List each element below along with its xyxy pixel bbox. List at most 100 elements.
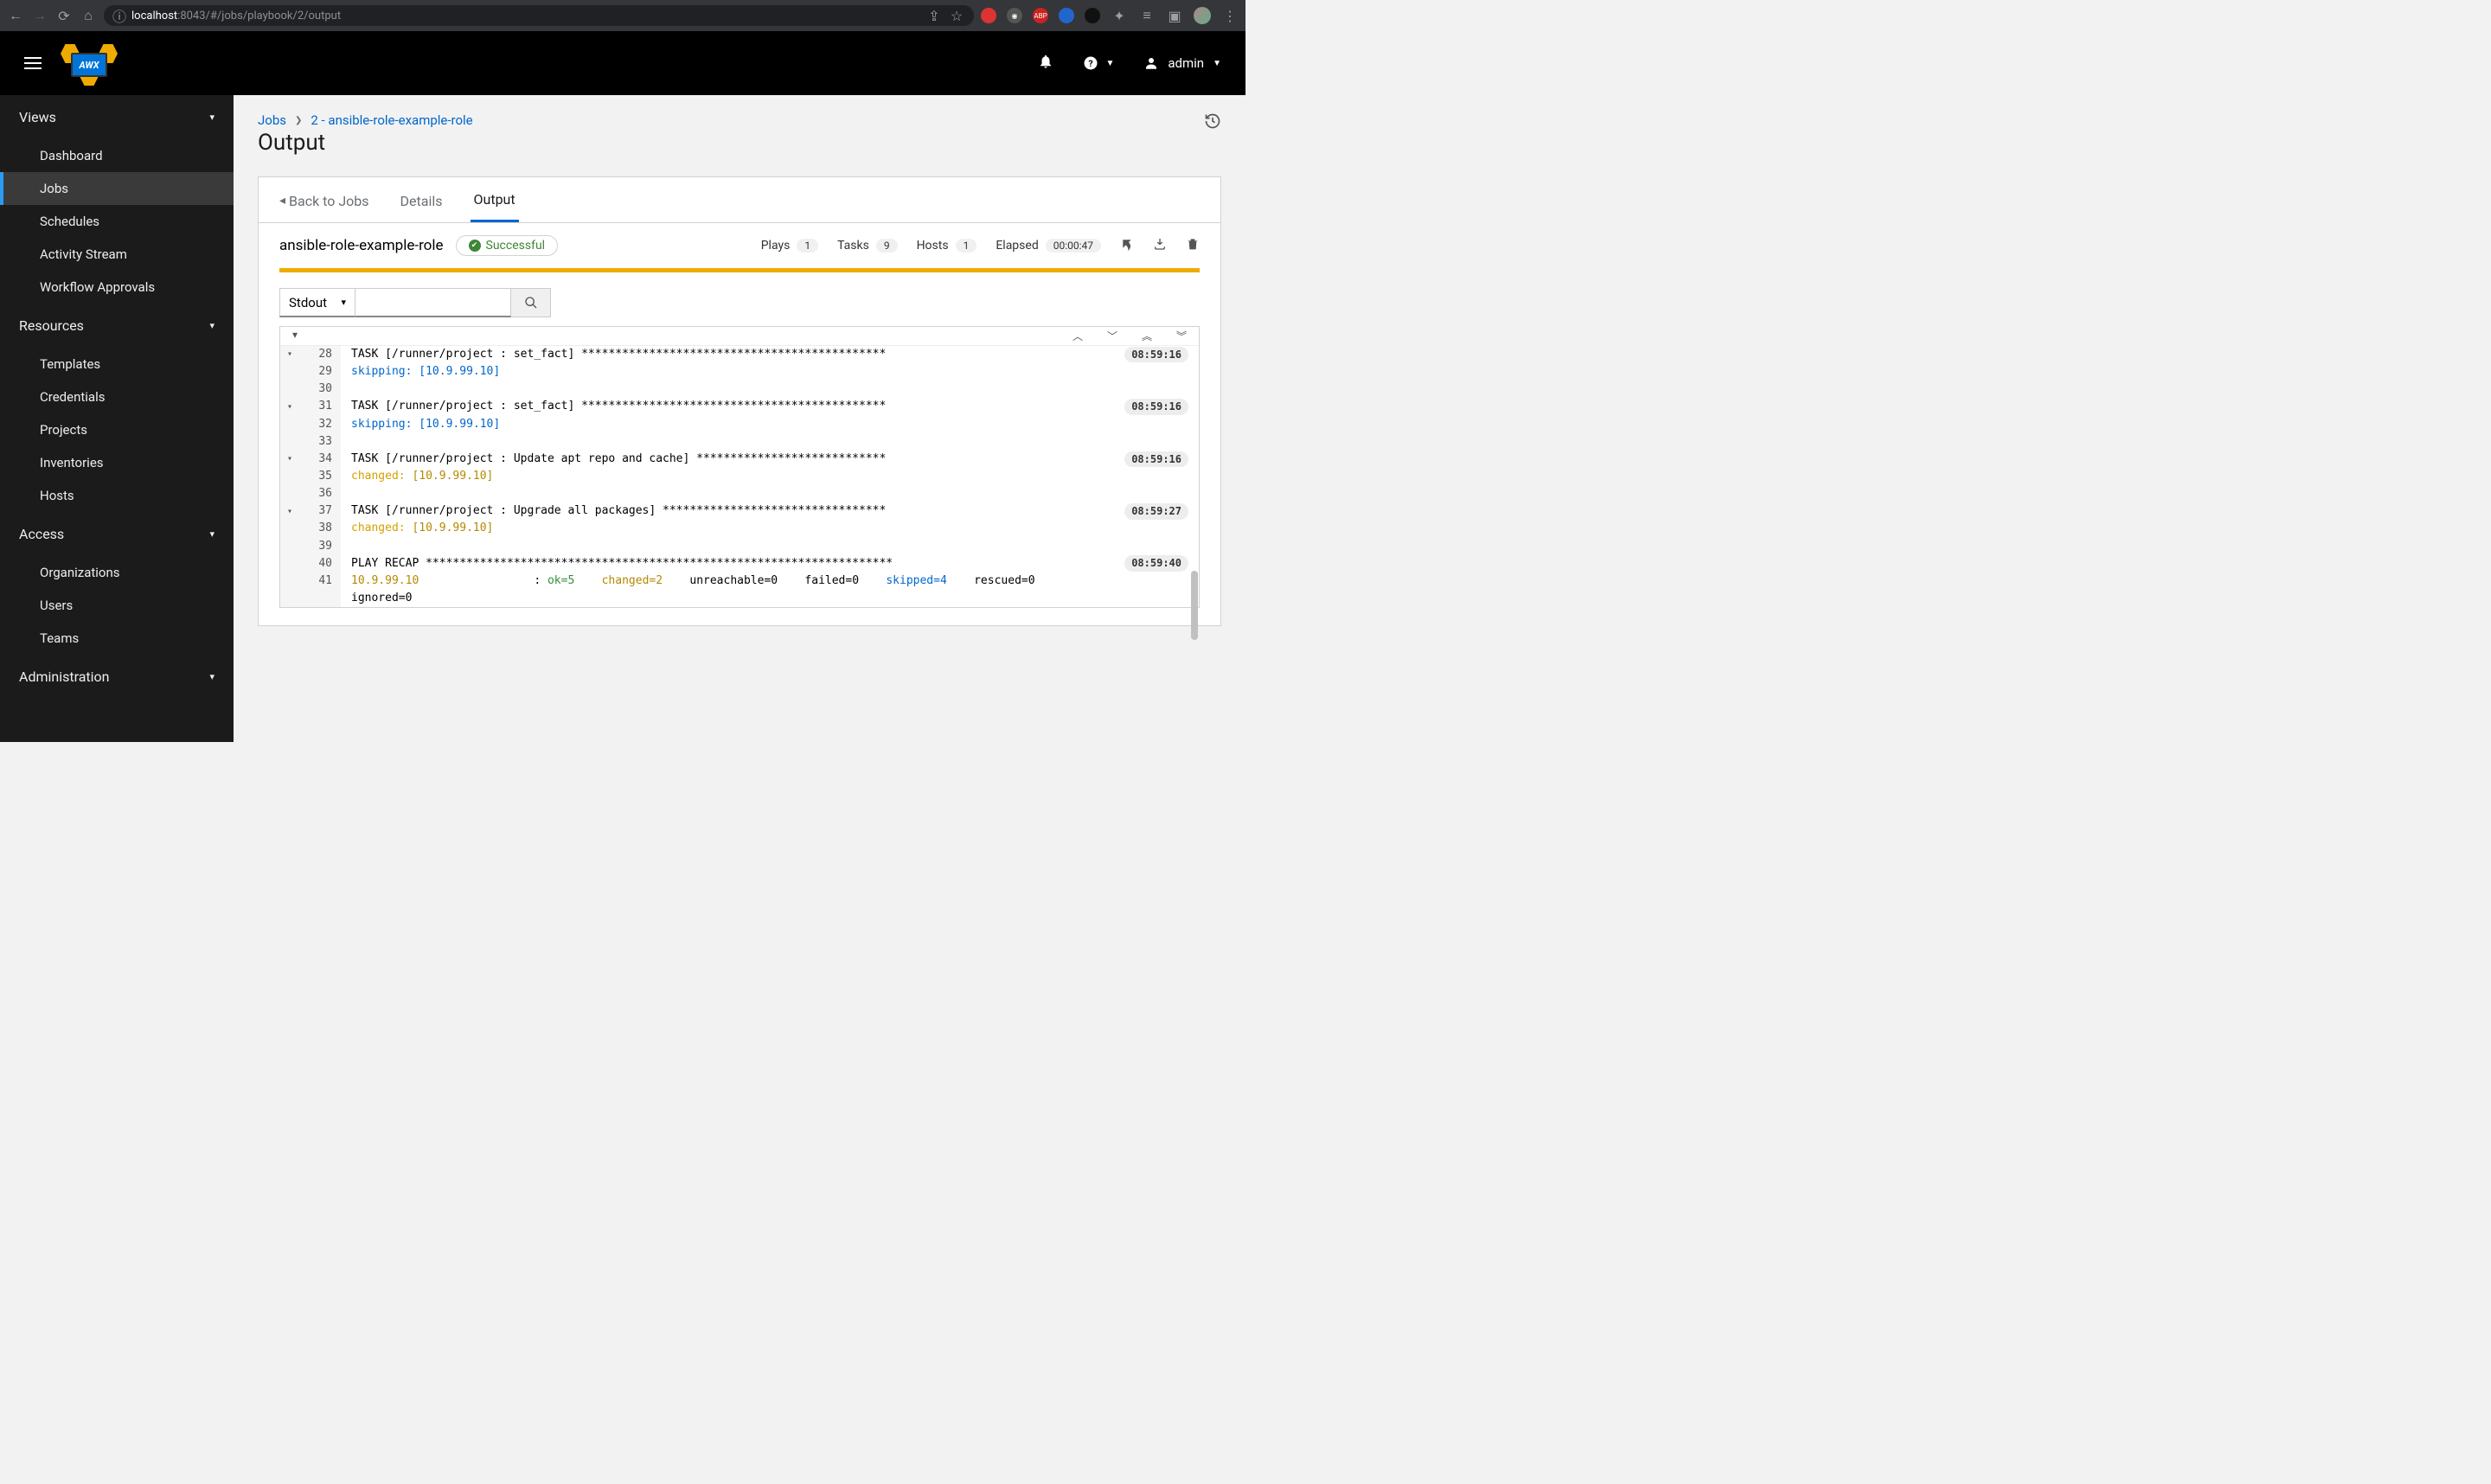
url-host: localhost <box>131 10 177 22</box>
tabs: Back to Jobs Details Output <box>259 177 1220 223</box>
log-row: 40PLAY RECAP ***************************… <box>280 555 1199 572</box>
download-icon[interactable] <box>1153 237 1167 254</box>
notifications-icon[interactable] <box>1038 54 1053 73</box>
chevron-right-icon: ❯ <box>295 116 302 125</box>
stat-plays: Plays1 <box>761 239 818 253</box>
stat-elapsed: Elapsed00:00:47 <box>996 239 1101 253</box>
help-menu[interactable]: ? ▼ <box>1083 55 1114 71</box>
app-header: AWX ? ▼ admin ▼ <box>0 31 1246 95</box>
ext-abp-icon[interactable]: ABP <box>1033 8 1048 23</box>
log-row: 39 <box>280 538 1199 555</box>
sidebar-item-credentials[interactable]: Credentials <box>0 381 234 413</box>
log-row: ▾31TASK [/runner/project : set_fact] ***… <box>280 398 1199 415</box>
output-box: ▾ ︿ ﹀ ︽ ︾ ▾28TASK [/runner/project : set… <box>279 326 1200 608</box>
filter-mode-select[interactable]: Stdout <box>279 288 355 317</box>
ext-icon-2[interactable]: ◉ <box>1007 8 1022 23</box>
sidebar-item-hosts[interactable]: Hosts <box>0 479 234 512</box>
home-icon[interactable]: ⌂ <box>80 7 97 24</box>
status-badge: ✔ Successful <box>456 235 559 256</box>
log-row: 29skipping: [10.9.99.10] <box>280 363 1199 381</box>
search-button[interactable] <box>511 288 551 317</box>
sidebar-item-users[interactable]: Users <box>0 589 234 622</box>
job-name: ansible-role-example-role <box>279 237 444 254</box>
log-row: 32skipping: [10.9.99.10] <box>280 416 1199 433</box>
svg-text:?: ? <box>1089 58 1093 69</box>
log-row: 4110.9.99.10 : ok=5 changed=2 unreachabl… <box>280 572 1199 590</box>
log-row: ▾37TASK [/runner/project : Upgrade all p… <box>280 502 1199 520</box>
sidebar-item-templates[interactable]: Templates <box>0 348 234 381</box>
log-row: ▾34TASK [/runner/project : Update apt re… <box>280 451 1199 468</box>
stat-hosts: Hosts1 <box>917 239 977 253</box>
main-content: Jobs ❯ 2 - ansible-role-example-role Out… <box>234 95 1246 742</box>
extensions-icon[interactable]: ✦ <box>1111 7 1128 24</box>
output-controls: ▾ ︿ ﹀ ︽ ︾ <box>280 327 1199 346</box>
scrollbar-thumb[interactable] <box>1191 571 1198 640</box>
log-output: ▾28TASK [/runner/project : set_fact] ***… <box>280 346 1199 607</box>
playlist-icon[interactable]: ≡ <box>1138 7 1156 24</box>
log-row: 30 <box>280 381 1199 398</box>
breadcrumb-current[interactable]: 2 - ansible-role-example-role <box>311 112 472 128</box>
sidebar-item-inventories[interactable]: Inventories <box>0 446 234 479</box>
ext-icon-1[interactable] <box>981 8 996 23</box>
log-row: 33 <box>280 433 1199 451</box>
progress-bar <box>279 268 1200 272</box>
log-row: ignored=0 <box>280 590 1199 607</box>
sidebar-item-dashboard[interactable]: Dashboard <box>0 139 234 172</box>
scroll-next-icon[interactable]: ﹀ <box>1107 329 1117 343</box>
page-title: Output <box>258 130 473 156</box>
user-name: admin <box>1168 55 1204 71</box>
url-port: :8043 <box>177 10 205 22</box>
sidebar-section-resources[interactable]: Resources▾ <box>0 304 234 348</box>
delete-icon[interactable] <box>1186 237 1200 254</box>
log-row: 35changed: [10.9.99.10] <box>280 468 1199 485</box>
ext-icon-5[interactable] <box>1085 8 1100 23</box>
back-icon[interactable]: ← <box>7 7 24 24</box>
sidebar-item-projects[interactable]: Projects <box>0 413 234 446</box>
scroll-bottom-icon[interactable]: ︾ <box>1176 329 1187 343</box>
history-icon[interactable] <box>1204 112 1221 133</box>
nav-toggle-button[interactable] <box>24 57 42 69</box>
breadcrumb: Jobs ❯ 2 - ansible-role-example-role <box>258 112 473 128</box>
address-bar[interactable]: ⓘ localhost:8043/#/jobs/playbook/2/outpu… <box>104 5 974 26</box>
panel-icon[interactable]: ▣ <box>1166 7 1183 24</box>
star-icon[interactable]: ☆ <box>948 7 965 24</box>
sidebar-item-workflow-approvals[interactable]: Workflow Approvals <box>0 271 234 304</box>
scroll-prev-icon[interactable]: ︿ <box>1073 329 1083 343</box>
log-row: 36 <box>280 485 1199 502</box>
sidebar-item-activity-stream[interactable]: Activity Stream <box>0 238 234 271</box>
sidebar-item-organizations[interactable]: Organizations <box>0 556 234 589</box>
menu-icon[interactable]: ⋮ <box>1221 7 1239 24</box>
sidebar-section-views[interactable]: Views▾ <box>0 95 234 139</box>
sidebar: Views▾DashboardJobsSchedulesActivity Str… <box>0 95 234 742</box>
stat-tasks: Tasks9 <box>837 239 898 253</box>
ext-icon-4[interactable] <box>1059 8 1074 23</box>
info-icon: ⓘ <box>112 5 126 26</box>
relaunch-icon[interactable] <box>1120 237 1134 254</box>
collapse-all-icon[interactable]: ▾ <box>292 329 298 343</box>
log-row: ▾28TASK [/runner/project : set_fact] ***… <box>280 346 1199 363</box>
sidebar-section-access[interactable]: Access▾ <box>0 512 234 556</box>
sidebar-item-schedules[interactable]: Schedules <box>0 205 234 238</box>
forward-icon[interactable]: → <box>31 7 48 24</box>
log-row: 38changed: [10.9.99.10] <box>280 520 1199 537</box>
reload-icon[interactable]: ⟳ <box>55 7 73 24</box>
check-icon: ✔ <box>469 240 481 252</box>
logo[interactable]: AWX <box>59 42 119 84</box>
tab-details[interactable]: Details <box>397 189 446 221</box>
breadcrumb-jobs[interactable]: Jobs <box>258 112 286 128</box>
browser-toolbar: ← → ⟳ ⌂ ⓘ localhost:8043/#/jobs/playbook… <box>0 0 1246 31</box>
sidebar-section-administration[interactable]: Administration▾ <box>0 655 234 699</box>
profile-avatar[interactable] <box>1194 7 1211 24</box>
user-menu[interactable]: admin ▼ <box>1143 55 1221 71</box>
output-panel: Back to Jobs Details Output ansible-role… <box>258 176 1221 626</box>
sidebar-item-teams[interactable]: Teams <box>0 622 234 655</box>
tab-output[interactable]: Output <box>471 188 519 222</box>
search-input[interactable] <box>355 288 511 317</box>
scroll-top-icon[interactable]: ︽ <box>1142 329 1152 343</box>
job-info-bar: ansible-role-example-role ✔ Successful P… <box>259 223 1220 268</box>
sidebar-item-jobs[interactable]: Jobs <box>0 172 234 205</box>
back-to-jobs-button[interactable]: Back to Jobs <box>276 189 373 221</box>
share-icon[interactable]: ⇪ <box>925 7 943 24</box>
search-row: Stdout <box>279 288 1200 317</box>
url-path: /#/jobs/playbook/2/output <box>206 10 342 22</box>
